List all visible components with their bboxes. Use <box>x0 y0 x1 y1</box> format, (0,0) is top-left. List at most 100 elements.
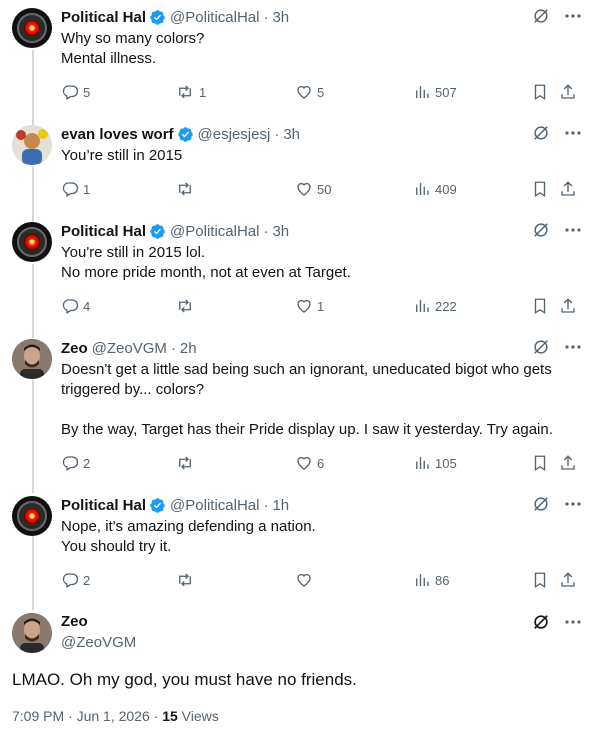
user-handle[interactable]: @esjesjesj <box>198 126 271 143</box>
user-handle[interactable]: @PoliticalHal <box>170 497 259 514</box>
avatar[interactable] <box>12 222 52 262</box>
more-options-icon[interactable] <box>563 123 583 143</box>
tweet-text: You’re still in 2015 <box>61 146 583 166</box>
view-count: 105 <box>435 455 457 471</box>
display-name[interactable]: Political Hal <box>61 223 146 240</box>
user-handle[interactable]: @ZeoVGM <box>61 634 136 651</box>
verified-badge-icon <box>177 126 193 142</box>
repost-button[interactable] <box>175 571 199 589</box>
avatar[interactable] <box>12 339 52 379</box>
tweet-timestamp[interactable]: 7:09 PM · Jun 1, 2026 · <box>12 708 162 724</box>
views-button[interactable]: 409 <box>413 180 457 198</box>
avatar[interactable] <box>12 613 52 653</box>
tweet-text-line <box>61 400 583 420</box>
more-options-icon[interactable] <box>563 6 583 26</box>
verified-badge-icon <box>150 223 165 239</box>
reply-button[interactable]: 4 <box>61 297 90 315</box>
like-count: 50 <box>317 181 332 197</box>
grok-icon[interactable] <box>531 123 551 143</box>
tweet-text-line: Doesn't get a little sad being such an i… <box>61 361 552 378</box>
tweet-text: You're still in 2015 lol. No more pride … <box>61 243 583 283</box>
grok-icon[interactable] <box>531 612 551 632</box>
user-handle[interactable]: @PoliticalHal <box>170 223 259 240</box>
more-options-icon[interactable] <box>563 220 583 240</box>
bookmark-button[interactable] <box>531 454 549 472</box>
timestamp[interactable]: 1h <box>272 497 289 514</box>
tweet-text-line: triggered by... colors? <box>61 381 205 398</box>
views-button[interactable]: 507 <box>413 83 457 101</box>
avatar[interactable] <box>12 125 52 165</box>
display-name[interactable]: Political Hal <box>61 497 146 514</box>
reply-button[interactable]: 5 <box>61 83 90 101</box>
repost-button[interactable] <box>175 297 199 315</box>
verified-badge-icon <box>150 497 165 513</box>
share-button[interactable] <box>559 571 577 589</box>
separator: · <box>274 125 280 143</box>
reply-count: 1 <box>83 181 91 197</box>
like-button[interactable]: 50 <box>295 180 331 198</box>
more-options-icon[interactable] <box>563 337 583 357</box>
user-handle[interactable]: @ZeoVGM <box>92 340 167 357</box>
timestamp[interactable]: 3h <box>272 9 289 26</box>
share-button[interactable] <box>559 297 577 315</box>
views-button[interactable]: 86 <box>413 571 449 589</box>
tweet-actions: 2 86 <box>61 571 583 591</box>
timestamp[interactable]: 2h <box>180 340 197 357</box>
views-button[interactable]: 222 <box>413 297 457 315</box>
timestamp[interactable]: 3h <box>283 126 300 143</box>
like-button[interactable]: 6 <box>295 454 324 472</box>
user-handle[interactable]: @PoliticalHal <box>170 9 259 26</box>
reply-button[interactable]: 2 <box>61 571 90 589</box>
avatar[interactable] <box>12 8 52 48</box>
grok-icon[interactable] <box>531 494 551 514</box>
verified-badge-icon <box>150 9 165 25</box>
repost-count: 1 <box>199 84 207 100</box>
separator: · <box>263 496 269 514</box>
more-options-icon[interactable] <box>563 494 583 514</box>
bookmark-button[interactable] <box>531 180 549 198</box>
avatar[interactable] <box>12 496 52 536</box>
separator: · <box>263 222 269 240</box>
view-count: 507 <box>435 84 457 100</box>
more-options-icon[interactable] <box>563 612 583 632</box>
timestamp[interactable]: 3h <box>272 223 289 240</box>
repost-button[interactable]: 1 <box>175 83 206 101</box>
like-count: 6 <box>317 455 325 471</box>
thread-line <box>32 264 34 338</box>
tweet-text-line: Why so many colors? <box>61 30 205 47</box>
display-name[interactable]: Zeo <box>61 613 88 630</box>
display-name[interactable]: Zeo <box>61 340 88 357</box>
tweet-text-line: Mental illness. <box>61 50 157 67</box>
share-button[interactable] <box>559 454 577 472</box>
tweet-actions: 1 50 409 <box>61 180 583 200</box>
tweet-meta: 7:09 PM · Jun 1, 2026 · 15 Views <box>12 708 219 724</box>
display-name[interactable]: evan loves worf <box>61 126 174 143</box>
tweet-text-line: By the way, Target has their Pride displ… <box>61 421 553 438</box>
repost-button[interactable] <box>175 180 199 198</box>
reply-button[interactable]: 2 <box>61 454 90 472</box>
share-button[interactable] <box>559 83 577 101</box>
like-count: 5 <box>317 84 325 100</box>
tweet-text: Why so many colors? Mental illness. <box>61 29 583 69</box>
tweet-text: LMAO. Oh my god, you must have no friend… <box>12 670 357 689</box>
thread-line <box>32 167 34 222</box>
share-button[interactable] <box>559 180 577 198</box>
bookmark-button[interactable] <box>531 571 549 589</box>
views-button[interactable]: 105 <box>413 454 457 472</box>
repost-button[interactable] <box>175 454 199 472</box>
like-button[interactable] <box>295 571 317 589</box>
like-button[interactable]: 1 <box>295 297 324 315</box>
tweet-text-line: You’re still in 2015 <box>61 147 183 164</box>
grok-icon[interactable] <box>531 220 551 240</box>
tweet-text-line: Nope, it's amazing defending a nation. <box>61 518 316 535</box>
separator: · <box>170 339 176 357</box>
display-name[interactable]: Political Hal <box>61 9 146 26</box>
like-button[interactable]: 5 <box>295 83 324 101</box>
reply-count: 2 <box>83 572 91 588</box>
separator: · <box>263 8 269 26</box>
bookmark-button[interactable] <box>531 83 549 101</box>
grok-icon[interactable] <box>531 6 551 26</box>
bookmark-button[interactable] <box>531 297 549 315</box>
grok-icon[interactable] <box>531 337 551 357</box>
reply-button[interactable]: 1 <box>61 180 90 198</box>
